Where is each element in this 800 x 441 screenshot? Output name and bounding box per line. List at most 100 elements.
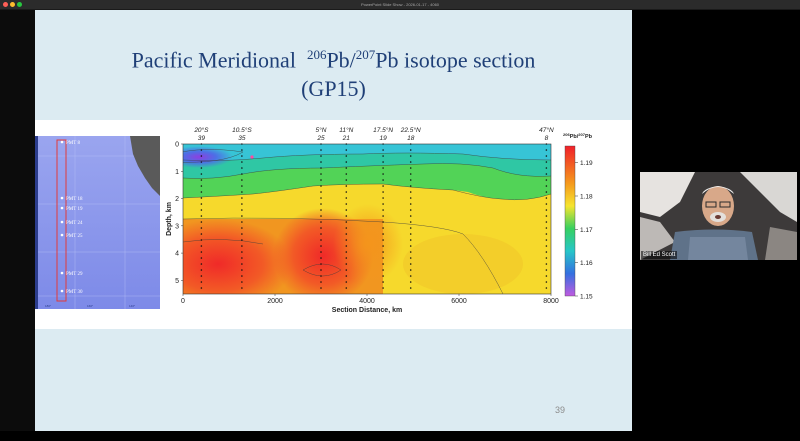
station-number-label: 21 xyxy=(342,135,351,142)
sample-point xyxy=(409,149,412,151)
title-part2: Pb isotope section xyxy=(375,47,536,73)
sample-point xyxy=(545,269,548,271)
sample-point xyxy=(382,155,384,157)
sample-point xyxy=(200,221,203,223)
sample-point xyxy=(382,275,384,277)
sample-point xyxy=(382,203,384,205)
sample-point xyxy=(241,155,243,157)
sample-point xyxy=(382,233,384,235)
sample-point xyxy=(545,203,548,205)
sample-point xyxy=(320,167,322,169)
sample-point xyxy=(200,155,203,157)
sample-point xyxy=(382,227,384,229)
sample-point xyxy=(241,251,243,253)
sample-point xyxy=(320,233,322,235)
sample-point xyxy=(241,167,243,169)
sample-point xyxy=(320,197,322,199)
participant-video-tile[interactable]: Bill Ed Scott xyxy=(640,172,797,260)
sample-point xyxy=(409,179,412,181)
sample-point xyxy=(382,251,384,253)
sample-point xyxy=(409,287,412,289)
sample-point xyxy=(241,185,243,187)
sample-point xyxy=(241,287,243,289)
svg-text:160°: 160° xyxy=(87,304,94,308)
sample-point xyxy=(409,215,412,217)
sample-point xyxy=(382,287,384,289)
sample-point xyxy=(200,239,203,241)
presentation-slide[interactable]: Pacific Meridional 206Pb/207Pb isotope s… xyxy=(35,10,632,431)
highlight-sample xyxy=(250,155,254,159)
slide-title: Pacific Meridional 206Pb/207Pb isotope s… xyxy=(35,40,632,103)
sample-point xyxy=(382,161,384,163)
section-plot: 0 2000 4000 6000 8000 0 1 2 3 4 5 20°S39 10.5°S35 5… xyxy=(166,126,593,314)
sample-point xyxy=(545,149,548,151)
sample-point xyxy=(345,173,348,175)
sample-point xyxy=(345,161,348,163)
sample-point xyxy=(200,197,203,199)
sample-point xyxy=(345,287,348,289)
y-axis-ticks: 0 1 2 3 4 5 xyxy=(175,142,183,285)
sample-point xyxy=(382,167,384,169)
sample-point xyxy=(200,263,203,265)
sample-point xyxy=(345,221,348,223)
slide-number: 39 xyxy=(555,405,566,415)
sample-point xyxy=(320,179,322,181)
colorbar-tick-label: 1.18 xyxy=(580,194,593,201)
sample-point xyxy=(409,245,412,247)
map-station-label: PMT 18 xyxy=(66,197,83,202)
sample-point xyxy=(320,203,322,205)
sample-point xyxy=(320,155,322,157)
station-latitude-label: 17.5°N xyxy=(373,126,393,134)
map-station-marker xyxy=(60,289,64,293)
map-station-label: PMT 29 xyxy=(66,272,83,277)
station-number-label: 18 xyxy=(407,135,415,142)
sample-point xyxy=(200,209,203,211)
top-station-labels: 20°S39 10.5°S35 5°N25 11°N21 17.5°N19 22.5°N1… xyxy=(193,126,554,142)
sample-point xyxy=(409,191,412,193)
sample-point xyxy=(382,281,384,283)
sample-point xyxy=(545,281,548,283)
sample-point xyxy=(345,281,348,283)
x-axis-label: Section Distance, km xyxy=(332,307,402,314)
sample-point xyxy=(545,191,548,193)
sample-point xyxy=(345,227,348,229)
sample-point xyxy=(241,281,243,283)
station-latitude-label: 20°S xyxy=(193,126,209,134)
map-station-marker xyxy=(60,196,64,200)
station-latitude-label: 22.5°N xyxy=(400,126,421,134)
sample-point xyxy=(382,185,384,187)
sample-point xyxy=(241,149,243,151)
sample-point xyxy=(409,227,412,229)
sample-point xyxy=(345,269,348,271)
title-part1: Pacific Meridional xyxy=(131,47,296,73)
sample-point xyxy=(345,209,348,211)
sample-point xyxy=(345,191,348,193)
sample-point xyxy=(200,227,203,229)
sample-point xyxy=(409,221,412,223)
sample-point xyxy=(345,215,348,217)
sample-point xyxy=(382,221,384,223)
y-tick-label: 3 xyxy=(175,223,179,230)
sample-point xyxy=(545,227,548,229)
x-tick-label: 2000 xyxy=(267,298,283,305)
sample-point xyxy=(320,287,322,289)
y-axis-label: Depth, km xyxy=(166,202,173,236)
y-tick-label: 5 xyxy=(175,278,179,285)
map-station-marker xyxy=(60,233,64,237)
sample-point xyxy=(409,167,412,169)
station-latitude-label: 47°N xyxy=(539,126,554,134)
sample-point xyxy=(382,191,384,193)
sample-point xyxy=(200,287,203,289)
sample-point xyxy=(545,287,548,289)
sample-point xyxy=(382,179,384,181)
sample-point xyxy=(345,263,348,265)
sample-point xyxy=(382,215,384,217)
title-sup1: 206 xyxy=(306,47,327,62)
map-station-marker xyxy=(60,271,64,275)
sample-point xyxy=(320,227,322,229)
station-latitude-label: 10.5°S xyxy=(232,126,252,134)
sample-point xyxy=(200,179,203,181)
sample-point xyxy=(200,185,203,187)
sample-point xyxy=(345,275,348,277)
sample-point xyxy=(241,197,243,199)
